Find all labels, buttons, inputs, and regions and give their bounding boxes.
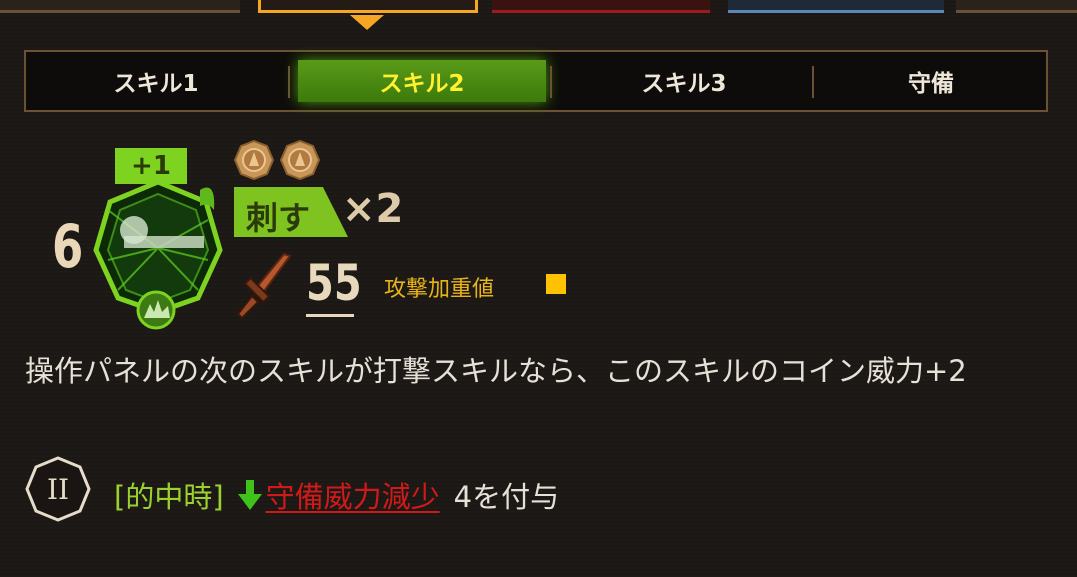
top-segment-selected[interactable]: [258, 0, 478, 13]
effect-condition: [的中時]: [114, 480, 224, 514]
top-segment: [0, 0, 240, 13]
tab-defense[interactable]: 守備: [816, 52, 1046, 110]
coin-icon: [234, 140, 274, 180]
coin-slot-label: II: [47, 473, 69, 506]
coin-slot-icon: II: [25, 456, 91, 522]
down-arrow-icon: [237, 480, 262, 510]
attack-weight-pip: [546, 274, 566, 294]
top-segment[interactable]: [728, 0, 944, 13]
status-effect-amount: 4を付与: [453, 480, 560, 514]
effect-line: [的中時] 守備威力減少 4を付与: [114, 474, 559, 516]
top-segment[interactable]: [492, 0, 710, 13]
skill-description: 操作パネルの次のスキルが打撃スキルなら、このスキルのコイン威力+2: [25, 354, 967, 388]
status-effect-link[interactable]: 守備威力減少: [266, 474, 440, 516]
tab-skill-2[interactable]: スキル2: [298, 60, 546, 102]
attack-type-label: 刺す: [246, 199, 311, 237]
skill-level: 6: [52, 212, 84, 282]
bonus-badge: +1: [115, 148, 187, 184]
tab-divider: [550, 66, 552, 98]
top-segment: [956, 0, 1077, 13]
tab-skill-1[interactable]: スキル1: [26, 52, 286, 110]
power-underline: [306, 314, 354, 317]
tab-divider: [812, 66, 814, 98]
skill-power: 55: [306, 254, 362, 312]
tab-divider: [288, 66, 290, 98]
selection-pointer-icon: [350, 15, 384, 30]
skill-tab-bar: スキル1 スキル2 スキル3 守備: [24, 50, 1048, 112]
sword-icon: [236, 252, 292, 320]
tab-skill-3[interactable]: スキル3: [554, 52, 814, 110]
top-strip: [0, 0, 1077, 14]
attack-weight-label: 攻撃加重値: [384, 277, 495, 302]
coin-icon: [280, 140, 320, 180]
coin-multiplier: ×2: [342, 186, 404, 232]
